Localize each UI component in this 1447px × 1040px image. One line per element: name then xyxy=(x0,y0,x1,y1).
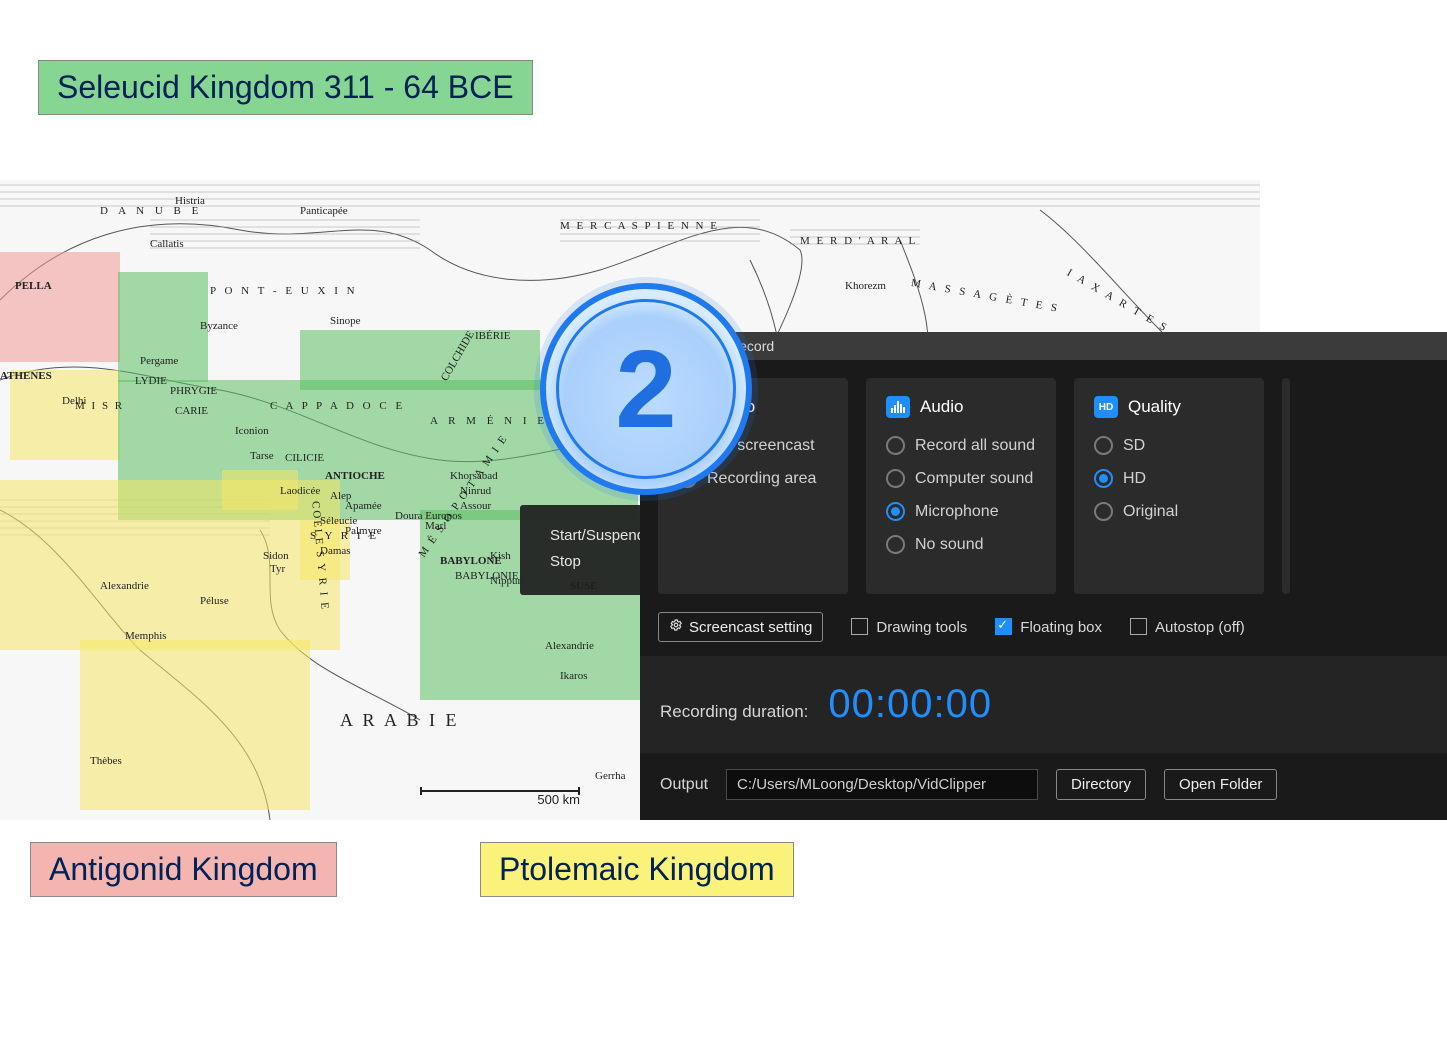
checkbox-drawing-tools[interactable]: Drawing tools xyxy=(851,618,967,636)
checkbox-floating-box[interactable]: Floating box xyxy=(995,618,1102,636)
duration-time: 00:00:00 xyxy=(828,682,992,727)
map-place-label: Khorezm xyxy=(845,280,886,292)
radio-icon xyxy=(1094,469,1113,488)
slide-title: Seleucid Kingdom 311 - 64 BCE xyxy=(38,60,533,115)
map-region-label: C A P P A D O C E xyxy=(270,400,405,412)
output-path-input[interactable] xyxy=(726,769,1038,800)
screencast-setting-button[interactable]: Screencast setting xyxy=(658,612,823,642)
map-place-label: Pergame xyxy=(140,355,178,367)
map-region-label: CARIE xyxy=(175,405,208,417)
map-place-label: PELLA xyxy=(15,280,52,292)
map-place-label: Byzance xyxy=(200,320,238,332)
radio-icon xyxy=(1094,502,1113,521)
map-place-label: Marl xyxy=(425,520,446,532)
region-antigonid-overlay xyxy=(0,252,120,362)
screenrecord-window: per - ScreenRecord Video Full screencast… xyxy=(640,332,1447,820)
output-bar: Output Directory Open Folder xyxy=(640,753,1447,820)
map-place-label: Tarse xyxy=(250,450,274,462)
map-place-label: Thèbes xyxy=(90,755,122,767)
map-place-label: Alep xyxy=(330,490,351,502)
map-region-label: IBÉRIE xyxy=(475,330,510,342)
audio-icon xyxy=(886,396,910,418)
map-place-label: Callatis xyxy=(150,238,184,250)
map-place-label: Panticapée xyxy=(300,205,348,217)
checkbox-icon xyxy=(1130,618,1147,635)
region-ptolemaic-overlay xyxy=(80,640,310,810)
radio-quality-sd[interactable]: SD xyxy=(1094,436,1244,455)
map-place-label: ATHENES xyxy=(0,370,52,382)
radio-icon xyxy=(1094,436,1113,455)
map-region-label: PHRYGIE xyxy=(170,385,217,397)
map-region-label: M E R D ' A R A L xyxy=(800,235,917,247)
panel-quality-title: Quality xyxy=(1128,397,1181,417)
settings-bar: Screencast setting Drawing tools Floatin… xyxy=(640,594,1447,656)
map-region-label: M E R C A S P I E N N E xyxy=(560,220,719,232)
duration-bar: Recording duration: 00:00:00 xyxy=(640,656,1447,753)
map-place-label: Tyr xyxy=(270,563,285,575)
window-titlebar[interactable]: per - ScreenRecord xyxy=(640,332,1447,360)
radio-quality-original[interactable]: Original xyxy=(1094,502,1244,521)
radio-quality-hd[interactable]: HD xyxy=(1094,469,1244,488)
map-scale-label: 500 km xyxy=(420,792,580,807)
map-place-label: Assour xyxy=(460,500,491,512)
countdown-circle: 2 xyxy=(540,283,752,495)
output-label: Output xyxy=(660,776,708,794)
radio-icon xyxy=(886,436,905,455)
map-place-label: Laodicée xyxy=(280,485,320,497)
radio-record-all-sound[interactable]: Record all sound xyxy=(886,436,1036,455)
open-folder-button[interactable]: Open Folder xyxy=(1164,769,1277,800)
map-place-label: Alexandrie xyxy=(100,580,149,592)
map-region-label: P O N T - E U X I N xyxy=(210,285,358,297)
map-place-label: Damas xyxy=(320,545,351,557)
radio-icon xyxy=(886,502,905,521)
map-region-label: LYDIE xyxy=(135,375,167,387)
map-place-label: Palmyre xyxy=(345,525,382,537)
map-place-label: Memphis xyxy=(125,630,167,642)
map-place-label: Iconion xyxy=(235,425,269,437)
map-place-label: Sinope xyxy=(330,315,361,327)
checkbox-autostop[interactable]: Autostop (off) xyxy=(1130,618,1245,636)
map-place-label: Gerrha xyxy=(595,770,626,782)
panel-audio: Audio Record all sound Computer sound Mi… xyxy=(866,378,1056,594)
map-place-label: Khorsabad xyxy=(450,470,498,482)
gear-icon xyxy=(669,618,683,636)
map-place-label: Histria xyxy=(175,195,205,207)
radio-icon xyxy=(886,469,905,488)
radio-computer-sound[interactable]: Computer sound xyxy=(886,469,1036,488)
map-place-label: Kish xyxy=(490,550,511,562)
hd-icon: HD xyxy=(1094,396,1118,418)
map-place-label: Péluse xyxy=(200,595,229,607)
checkbox-icon xyxy=(995,618,1012,635)
map-region-label: A R M É N I E xyxy=(430,415,548,427)
radio-icon xyxy=(886,535,905,554)
map-place-label: Delhi xyxy=(62,395,86,407)
map-place-label: Nippur xyxy=(490,575,521,587)
legend-ptolemaic: Ptolemaic Kingdom xyxy=(480,842,794,897)
map-place-label: CILICIE xyxy=(285,452,324,464)
shortcut-stop-label: Stop xyxy=(550,549,581,575)
region-overlay xyxy=(10,370,120,460)
map-place-label: Ikaros xyxy=(560,670,588,682)
checkbox-icon xyxy=(851,618,868,635)
map-place-label: Alexandrie xyxy=(545,640,594,652)
panel-extra xyxy=(1282,378,1290,594)
map-place-label: Ninrud xyxy=(460,485,491,497)
radio-no-sound[interactable]: No sound xyxy=(886,535,1036,554)
map-scale: 500 km xyxy=(420,790,580,807)
map-place-label: ANTIOCHE xyxy=(325,470,385,482)
panel-quality: HD Quality SD HD Original xyxy=(1074,378,1264,594)
panel-audio-title: Audio xyxy=(920,397,963,417)
duration-label: Recording duration: xyxy=(660,702,808,722)
directory-button[interactable]: Directory xyxy=(1056,769,1146,800)
map-place-label: Sidon xyxy=(263,550,289,562)
legend-antigonid: Antigonid Kingdom xyxy=(30,842,337,897)
radio-microphone[interactable]: Microphone xyxy=(886,502,1036,521)
map-region-label: A R A B I E xyxy=(340,710,460,731)
